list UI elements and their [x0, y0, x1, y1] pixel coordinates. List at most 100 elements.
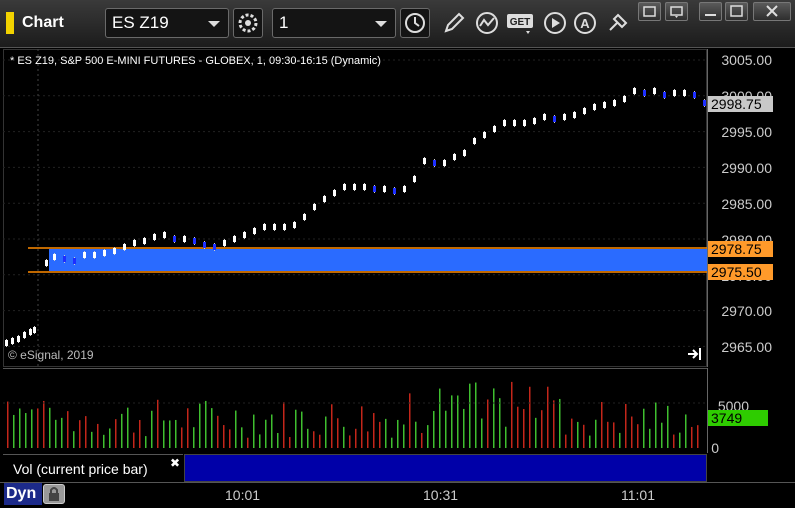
volume-bar-up: [325, 416, 327, 448]
volume-bar-up: [19, 408, 21, 448]
price-bar-up: [563, 114, 566, 120]
volume-bar-down: [283, 402, 285, 448]
price-bar-up: [243, 232, 246, 238]
price-bar-down: [703, 100, 706, 106]
volume-bar-up: [235, 410, 237, 448]
volume-legend[interactable]: Vol (current price bar): [3, 454, 183, 482]
volume-bar-up: [433, 410, 435, 448]
volume-bar-up: [49, 407, 51, 448]
get-icon[interactable]: GET: [506, 10, 536, 36]
volume-bar-up: [163, 420, 165, 448]
interval-combo[interactable]: 1: [272, 8, 396, 38]
volume-bar-up: [271, 414, 273, 448]
price-bar-up: [83, 252, 86, 258]
chevron-down-icon[interactable]: [208, 21, 220, 27]
volume-bar-down: [613, 422, 615, 448]
price-bar-up: [503, 120, 506, 126]
scroll-to-end-icon[interactable]: [686, 347, 704, 361]
arrow-tool-icon[interactable]: [605, 10, 631, 36]
chart-settings-button[interactable]: [233, 8, 263, 38]
volume-bar-up: [559, 398, 561, 448]
pencil-icon[interactable]: [441, 10, 467, 36]
price-tick: 3005.00: [721, 52, 772, 68]
volume-bar-down: [115, 419, 117, 448]
volume-tick: 0: [711, 440, 719, 456]
pin-button[interactable]: [638, 2, 661, 21]
volume-bar-down: [7, 401, 9, 448]
volume-canvas[interactable]: [3, 368, 707, 453]
volume-bar-down: [331, 404, 333, 448]
volume-bar-down: [637, 424, 639, 448]
volume-bar-down: [223, 425, 225, 448]
time-label: 10:31: [423, 487, 459, 503]
symbol-combo[interactable]: ES Z19: [105, 8, 229, 38]
lock-icon[interactable]: [43, 484, 65, 504]
volume-bar-down: [37, 408, 39, 448]
time-label: 11:01: [621, 487, 655, 503]
price-bar-up: [673, 90, 676, 96]
volume-bar-up: [661, 422, 663, 448]
volume-bar-up: [577, 421, 579, 448]
volume-bar-down: [409, 393, 411, 448]
volume-bar-down: [313, 431, 315, 448]
volume-bar-down: [673, 434, 675, 448]
volume-bar-up: [679, 432, 681, 448]
price-chart-canvas[interactable]: [3, 49, 707, 367]
volume-bar-up: [13, 414, 15, 448]
restore-button[interactable]: [665, 2, 688, 21]
price-bar-up: [153, 234, 156, 240]
close-button[interactable]: [753, 2, 791, 21]
volume-legend-bar: [184, 454, 707, 482]
maximize-button[interactable]: [725, 2, 748, 21]
volume-bar-down: [289, 437, 291, 448]
volume-bar-up: [25, 413, 27, 448]
volume-bar-up: [31, 409, 33, 448]
price-bar-down: [693, 92, 696, 98]
time-label: 10:01: [225, 487, 261, 503]
volume-bar-down: [565, 434, 567, 448]
volume-bar-down: [157, 399, 159, 448]
price-bar-up: [263, 224, 266, 230]
minimize-button[interactable]: [699, 2, 722, 21]
volume-bar-up: [259, 434, 261, 448]
price-bar-up: [183, 236, 186, 242]
volume-bar-up: [265, 419, 267, 448]
time-axis[interactable]: [0, 482, 795, 508]
price-bar-up: [573, 112, 576, 118]
volume-bar-up: [343, 426, 345, 448]
volume-bar-up: [301, 411, 303, 448]
volume-bar-up: [103, 434, 105, 448]
volume-bar-down: [373, 413, 375, 448]
volume-bar-down: [43, 400, 45, 448]
price-bar-up: [423, 158, 426, 164]
price-tick: 2965.00: [721, 339, 772, 355]
volume-bar-down: [97, 423, 99, 448]
a-icon[interactable]: A: [572, 10, 598, 36]
volume-bar-down: [181, 427, 183, 448]
volume-bar-up: [649, 428, 651, 448]
volume-bar-down: [85, 416, 87, 448]
chart-header: * ES Z19, S&P 500 E-MINI FUTURES - GLOBE…: [10, 55, 381, 67]
chevron-down-icon[interactable]: [375, 21, 387, 27]
settings-icon: [238, 13, 258, 33]
price-bar-up: [253, 228, 256, 234]
volume-bar-up: [481, 418, 483, 448]
play-icon[interactable]: [542, 10, 568, 36]
upper-line-price-tag: 2978.75: [708, 241, 773, 257]
close-study-icon[interactable]: ✖: [170, 456, 180, 470]
volume-bar-down: [355, 428, 357, 448]
volume-bar-up: [295, 409, 297, 448]
volume-bar-up: [199, 403, 201, 448]
volume-bar-up: [469, 383, 471, 448]
price-bar-up: [363, 184, 366, 190]
time-template-button[interactable]: [400, 8, 430, 38]
study-icon[interactable]: [474, 10, 500, 36]
volume-bar-up: [55, 419, 57, 448]
svg-text:A: A: [580, 16, 590, 31]
price-bar-down: [213, 244, 216, 250]
maximize-icon: [730, 5, 743, 17]
dynamic-toggle-button[interactable]: Dyn: [4, 483, 42, 505]
volume-bar-down: [217, 415, 219, 448]
volume-bar-down: [607, 421, 609, 448]
volume-bar-down: [541, 410, 543, 448]
